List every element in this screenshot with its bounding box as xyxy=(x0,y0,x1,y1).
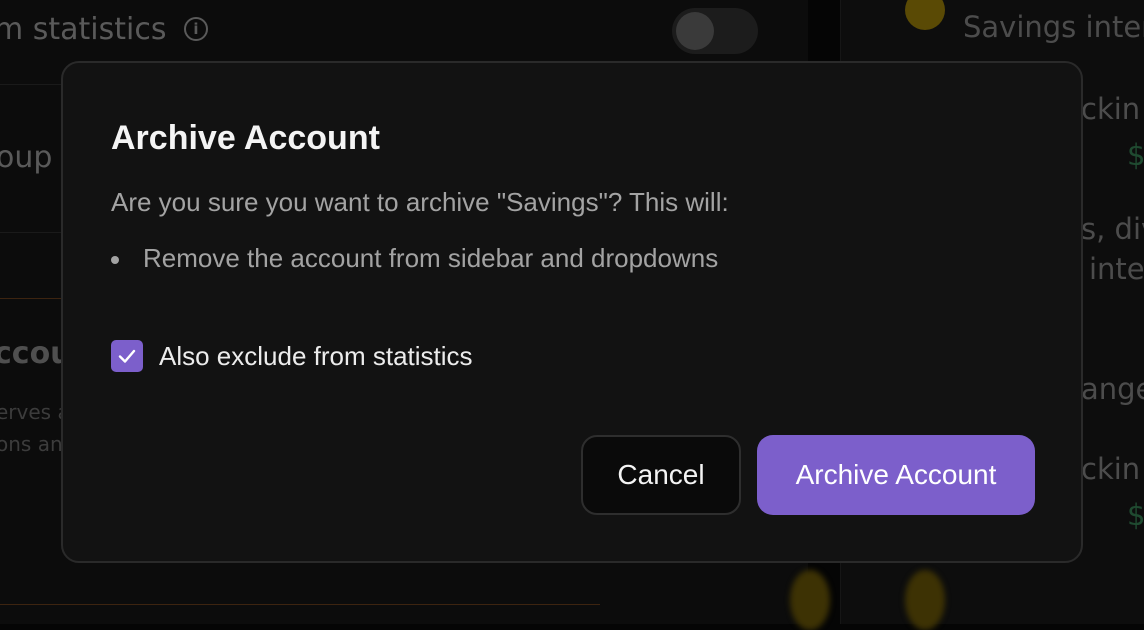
dialog-title: Archive Account xyxy=(111,119,380,157)
info-icon: i xyxy=(184,17,208,41)
archive-account-button[interactable]: Archive Account xyxy=(757,435,1035,515)
account-detail-label: inter xyxy=(1089,252,1144,286)
color-dot xyxy=(790,570,830,630)
cancel-button[interactable]: Cancel xyxy=(581,435,741,515)
group-setting-label: oup xyxy=(0,140,53,175)
exclude-statistics-option[interactable]: Also exclude from statistics xyxy=(111,339,473,373)
archive-section-text-1: erves a xyxy=(0,400,70,424)
list-item: Remove the account from sidebar and drop… xyxy=(111,243,718,274)
statistics-toggle[interactable] xyxy=(672,8,758,54)
archive-section-text-2: ons an xyxy=(0,432,63,456)
archive-account-dialog: Archive Account Are you sure you want to… xyxy=(61,61,1083,563)
account-detail-label: ange xyxy=(1081,372,1144,406)
account-detail-label: s, div xyxy=(1081,212,1144,246)
savings-account-label: Savings inter xyxy=(963,10,1144,44)
balance-label: $ xyxy=(1127,498,1144,532)
balance-label: $ xyxy=(1127,138,1144,172)
checking-account-label: ckin xyxy=(1081,452,1141,486)
toggle-knob xyxy=(676,12,714,50)
section-divider xyxy=(0,604,600,605)
checkmark-icon xyxy=(118,349,136,363)
list-item-text: Remove the account from sidebar and drop… xyxy=(143,243,719,273)
dialog-description: Are you sure you want to archive "Saving… xyxy=(111,187,729,217)
checking-account-label: ckin xyxy=(1081,92,1141,126)
exclude-statistics-label: Also exclude from statistics xyxy=(159,340,473,371)
consequence-list: Remove the account from sidebar and drop… xyxy=(111,243,718,274)
exclude-statistics-checkbox[interactable] xyxy=(111,340,143,372)
bullet-icon xyxy=(111,256,119,264)
color-dot xyxy=(905,570,945,630)
statistics-setting-label: m statistics xyxy=(0,12,167,47)
